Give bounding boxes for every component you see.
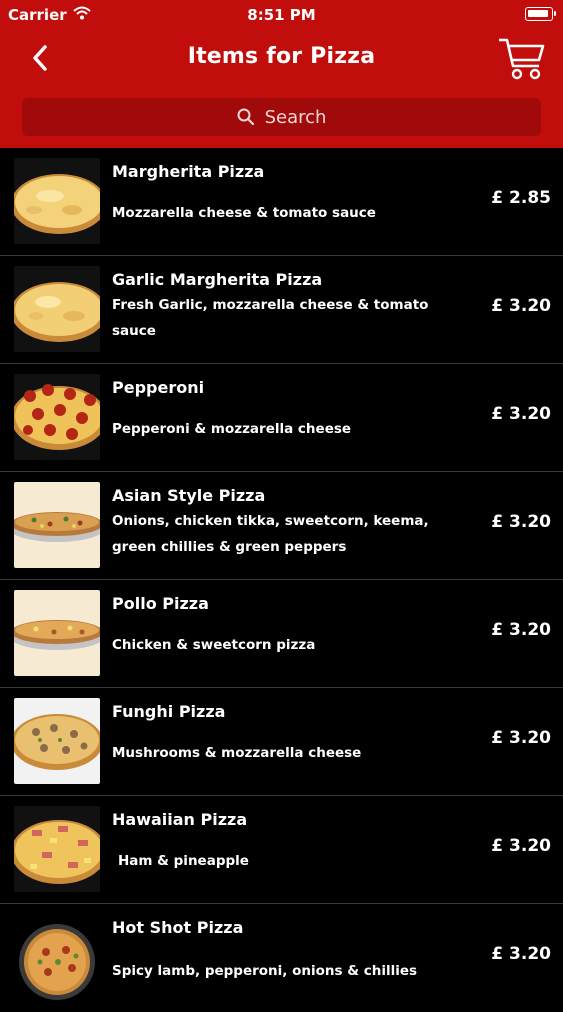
item-price: £ 3.20 [491, 620, 551, 640]
pizza-thumbnail [14, 374, 100, 460]
list-item[interactable]: Hot Shot Pizza Spicy lamb, pepperoni, on… [0, 904, 563, 1012]
item-name: Asian Style Pizza [112, 486, 266, 505]
list-item[interactable]: Asian Style Pizza Onions, chicken tikka,… [0, 472, 563, 580]
item-description: Mushrooms & mozzarella cheese [112, 745, 362, 761]
item-name: Margherita Pizza [112, 162, 265, 181]
item-price: £ 3.20 [491, 296, 551, 316]
item-name: Funghi Pizza [112, 702, 226, 721]
item-price: £ 3.20 [491, 512, 551, 532]
item-description: Fresh Garlic, mozzarella cheese & tomato… [112, 297, 429, 339]
item-description: Pepperoni & mozzarella cheese [112, 421, 352, 437]
item-name: Garlic Margherita Pizza [112, 270, 323, 289]
item-description: Chicken & sweetcorn pizza [112, 637, 316, 653]
item-description: Spicy lamb, pepperoni, onions & chillies [112, 963, 418, 979]
search-placeholder: Search [264, 106, 327, 128]
cart-icon [499, 38, 545, 80]
page-title: Items for Pizza [187, 44, 376, 69]
item-price: £ 3.20 [491, 836, 551, 856]
battery-icon [525, 7, 556, 21]
nav-bar: Items for Pizza [0, 30, 563, 86]
item-description: Ham & pineapple [118, 853, 249, 869]
item-price: £ 2.85 [491, 188, 551, 208]
pizza-thumbnail [14, 158, 100, 244]
search-input[interactable]: Search [22, 98, 541, 136]
pizza-thumbnail [14, 266, 100, 352]
item-price: £ 3.20 [491, 404, 551, 424]
pizza-thumbnail [14, 914, 100, 1000]
list-item[interactable]: Garlic Margherita Pizza Fresh Garlic, mo… [0, 256, 563, 364]
header: Carrier 8:51 PM Items for Pizza Search [0, 0, 563, 148]
search-icon [237, 108, 254, 126]
item-description: Mozzarella cheese & tomato sauce [112, 205, 376, 221]
pizza-thumbnail [14, 698, 100, 784]
item-price: £ 3.20 [491, 944, 551, 964]
item-name: Hawaiian Pizza [112, 810, 248, 829]
item-list: Margherita Pizza Mozzarella cheese & tom… [0, 148, 563, 1012]
item-name: Pepperoni [112, 378, 205, 397]
cart-button[interactable] [497, 34, 547, 82]
list-item[interactable]: Pollo Pizza Chicken & sweetcorn pizza £ … [0, 580, 563, 688]
item-price: £ 3.20 [491, 728, 551, 748]
item-description: Onions, chicken tikka, sweetcorn, keema,… [112, 513, 429, 555]
list-item[interactable]: Pepperoni Pepperoni & mozzarella cheese … [0, 364, 563, 472]
status-time: 8:51 PM [247, 6, 316, 24]
item-name: Pollo Pizza [112, 594, 209, 613]
pizza-thumbnail [14, 806, 100, 892]
item-name: Hot Shot Pizza [112, 918, 244, 937]
pizza-thumbnail [14, 590, 100, 676]
list-item[interactable]: Funghi Pizza Mushrooms & mozzarella chee… [0, 688, 563, 796]
list-item[interactable]: Margherita Pizza Mozzarella cheese & tom… [0, 148, 563, 256]
status-bar: Carrier 8:51 PM [0, 0, 563, 30]
list-item[interactable]: Hawaiian Pizza Ham & pineapple £ 3.20 [0, 796, 563, 904]
pizza-thumbnail [14, 482, 100, 568]
